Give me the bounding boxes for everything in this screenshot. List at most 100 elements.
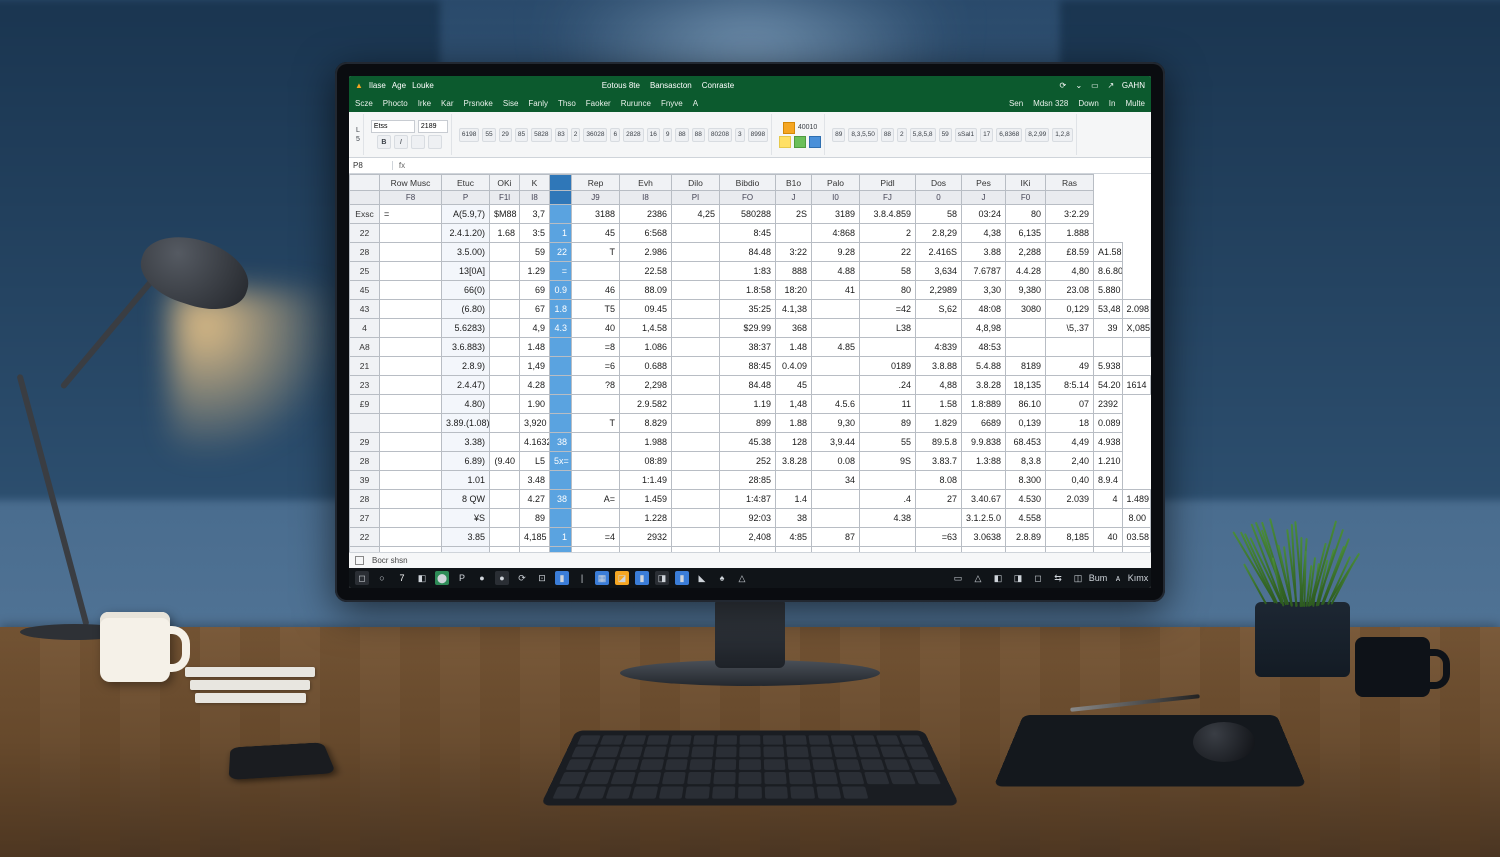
cell[interactable]: 4.4.28 [1006,262,1046,281]
ribbon-item[interactable]: 6 [610,128,620,142]
tab[interactable]: Scze [355,99,373,108]
cell[interactable]: L38 [860,319,916,338]
column-letter[interactable]: FJ [860,191,916,205]
cell[interactable] [490,471,520,490]
cell[interactable] [550,357,572,376]
column-header[interactable]: Dos [916,175,962,191]
cell[interactable]: 3080 [1006,300,1046,319]
cell[interactable] [490,357,520,376]
cell[interactable] [812,300,860,319]
tab[interactable]: Fanly [528,99,548,108]
column-header[interactable]: Dilo [672,175,720,191]
cell[interactable]: 1:83 [720,262,776,281]
cell[interactable]: 88.09 [620,281,672,300]
ribbon-item[interactable]: 88 [675,128,688,142]
ribbon-item[interactable]: 1,2,8 [1052,128,1072,142]
column-header[interactable]: Pidl [860,175,916,191]
tray-icon[interactable]: ⇆ [1051,571,1065,585]
tray-icon[interactable]: ◻ [1031,571,1045,585]
cell[interactable] [860,338,916,357]
ribbon-item[interactable]: 36028 [583,128,607,142]
cell[interactable]: 41 [812,281,860,300]
cell[interactable]: 8:45 [720,224,776,243]
cell[interactable]: 3,9.44 [812,433,860,452]
tray-icon[interactable]: Bum [1091,571,1105,585]
cell[interactable]: 1.988 [620,433,672,452]
cell[interactable]: 69 [520,281,550,300]
cell[interactable] [380,395,442,414]
cell[interactable] [916,319,962,338]
cell[interactable]: 5.4.88 [962,357,1006,376]
cell[interactable] [672,357,720,376]
row-header[interactable]: 4 [350,319,380,338]
swatch-green[interactable] [794,136,806,148]
cell[interactable] [490,243,520,262]
tab[interactable]: A [693,99,698,108]
taskbar-icon[interactable]: ◧ [415,571,429,585]
cell[interactable]: 39 [1094,319,1123,338]
cell[interactable]: 4.5.6 [812,395,860,414]
taskbar-icon[interactable]: | [575,571,589,585]
cell[interactable]: 6:568 [620,224,672,243]
cell[interactable]: 8,3.8 [1006,452,1046,471]
cell[interactable]: 2,288 [1006,243,1046,262]
cell[interactable]: 03:24 [962,205,1006,224]
cell[interactable]: 0.08 [812,452,860,471]
cell[interactable] [812,376,860,395]
column-letter[interactable]: F0 [1006,191,1046,205]
cell[interactable]: 5.880 [1094,281,1123,300]
cell[interactable]: 40 [572,319,620,338]
tab-right[interactable]: Sen [1009,99,1023,108]
fx-icon[interactable]: fx [393,161,411,170]
cell[interactable]: 4.1632 [520,433,550,452]
cell[interactable]: ?8 [572,376,620,395]
ribbon-item[interactable]: 16 [647,128,660,142]
cell[interactable]: 1.459 [620,490,672,509]
cell[interactable]: 80 [1006,205,1046,224]
cell[interactable] [380,319,442,338]
cell[interactable]: 8.6.80 [1094,262,1123,281]
cell[interactable]: 4.1,38 [776,300,812,319]
taskbar-icon[interactable]: ◪ [615,571,629,585]
cell[interactable]: 3.83.7 [916,452,962,471]
tray-icon[interactable]: ◨ [1011,571,1025,585]
cell[interactable]: 4.27 [520,490,550,509]
cell[interactable] [380,376,442,395]
cell[interactable] [490,300,520,319]
cell[interactable]: 3.38) [442,433,490,452]
cell[interactable]: 48:53 [962,338,1006,357]
taskbar-icon[interactable]: ◣ [695,571,709,585]
cell[interactable]: 7.6787 [962,262,1006,281]
tray-icon[interactable]: ᴀ [1111,571,1125,585]
column-header[interactable]: Row Musc [380,175,442,191]
tab-right[interactable]: Multe [1125,99,1145,108]
cell[interactable]: 49 [1046,357,1094,376]
cell[interactable]: 8.08 [916,471,962,490]
cell[interactable]: 27 [916,490,962,509]
cell[interactable] [380,338,442,357]
cell[interactable]: 3.40.67 [962,490,1006,509]
cell[interactable] [812,490,860,509]
ribbon-item[interactable]: 5,8,5,8 [910,128,936,142]
cell[interactable]: 4 [1094,490,1123,509]
cell[interactable] [490,490,520,509]
tab[interactable]: Fnyve [661,99,683,108]
cell[interactable]: 3:22 [776,243,812,262]
taskbar-icon[interactable]: ● [495,571,509,585]
cell[interactable]: 46 [572,281,620,300]
row-header[interactable]: 27 [350,509,380,528]
cell[interactable]: 4.80) [442,395,490,414]
taskbar-icon[interactable]: ▮ [675,571,689,585]
cell[interactable]: 0189 [860,357,916,376]
cell[interactable]: 2 [860,224,916,243]
row-header[interactable]: £9 [350,395,380,414]
cell[interactable] [572,433,620,452]
sheet-label[interactable]: Bocr shsn [372,556,408,565]
cell[interactable]: 38 [550,433,572,452]
cell[interactable]: 11 [860,395,916,414]
cell[interactable]: 35:25 [720,300,776,319]
cell[interactable] [550,205,572,224]
cell[interactable]: 128 [776,433,812,452]
cell[interactable] [776,471,812,490]
cell[interactable]: 8 QW [442,490,490,509]
